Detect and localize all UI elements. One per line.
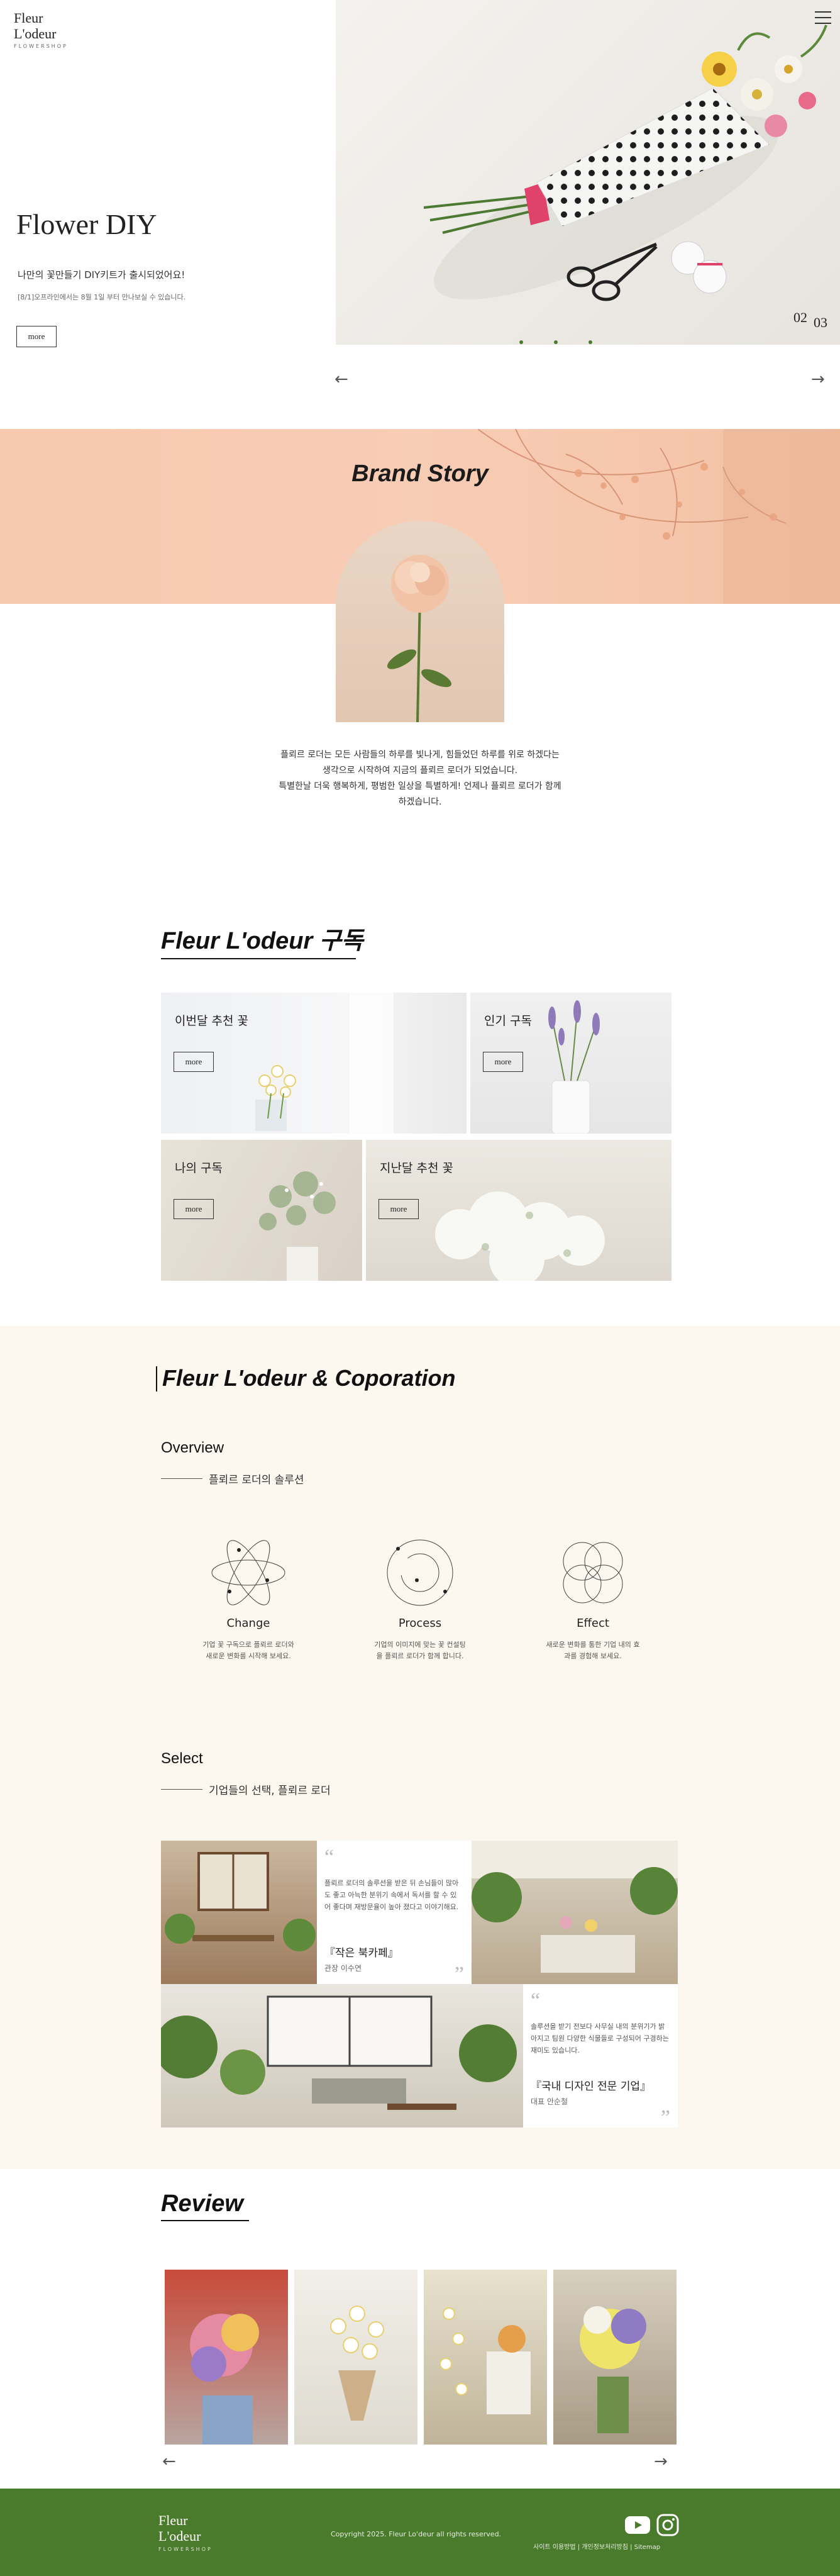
footer-logo-line3: FLOWERSHOP <box>158 2546 213 2552</box>
quote-close-icon: ” <box>454 1963 464 1986</box>
brand-story-line: 생각으로 시작하여 지금의 플뢰르 로더가 되었습니다. <box>322 766 518 776</box>
subscription-title-text: Fleur L'odeur 구독 <box>161 928 363 954</box>
select-line <box>161 1789 202 1790</box>
footer-links[interactable]: 사이트 이용방법 | 개인정보처리방침 | Sitemap <box>533 2541 660 2551</box>
brand-story-line: 플뢰르 로더는 모든 사람들의 하루를 빛나게, 힘들었던 하루를 위로 하겠다… <box>280 750 560 760</box>
quote-card: “ 플뢰르 로더의 솔루션을 받은 뒤 손님들이 많아도 좋고 아늑한 분위기 … <box>317 1841 472 1986</box>
card-title: 나의 구독 <box>175 1161 223 1175</box>
card-title: 인기 구독 <box>484 1014 532 1028</box>
review-photo[interactable] <box>165 2270 288 2445</box>
cycle-icon <box>387 1539 453 1606</box>
quote-author: 대표 안순철 <box>531 2097 568 2106</box>
office-photo <box>161 1984 523 2127</box>
brand-story-line: 특별한날 더욱 행복하게, 평범한 일상을 특별하게! 언제나 플뢰르 로더가 … <box>279 781 561 791</box>
menu-icon[interactable] <box>815 11 831 25</box>
select-heading: Select <box>161 1750 203 1767</box>
logo[interactable]: Fleur L'odeur FLOWERSHOP <box>14 10 68 49</box>
hero-title: Flower DIY <box>16 208 157 240</box>
overview-line <box>161 1478 202 1479</box>
quote-open-icon: “ <box>324 1846 334 1869</box>
quote-close-icon: ” <box>660 2106 670 2129</box>
cafe-photo <box>161 1841 317 1984</box>
logo-line3: FLOWERSHOP <box>14 43 68 49</box>
quote-author: 관장 이수연 <box>324 1964 362 1973</box>
quote-company: 『국내 디자인 전문 기업』 <box>531 2080 651 2093</box>
shop-photo <box>472 1841 678 1984</box>
review-photo[interactable] <box>424 2270 547 2445</box>
overview-heading: Overview <box>161 1439 224 1456</box>
review-prev-arrow[interactable]: ← <box>162 2453 176 2470</box>
youtube-icon[interactable] <box>625 2516 650 2534</box>
quote-open-icon: “ <box>531 1989 541 2012</box>
atom-icon <box>211 1540 285 1605</box>
overview-item-name: Change <box>226 1617 270 1630</box>
card-my-subscription[interactable]: 나의 구독 more <box>161 1140 362 1281</box>
quote-text: 솔루션을 받기 전보다 사무실 내의 분위기가 밝아지고 팀원 다양한 식물들로… <box>531 2022 669 2055</box>
card-more-button[interactable]: more <box>483 1052 523 1072</box>
quote-company: 『작은 북카페』 <box>324 1947 399 1960</box>
slide-total: 03 <box>814 315 827 330</box>
select-subtitle: 기업들의 선택, 플뢰르 로더 <box>209 1785 331 1797</box>
card-more-button[interactable]: more <box>174 1052 214 1072</box>
hero-prev-arrow[interactable]: ← <box>334 371 348 388</box>
hero-more-button[interactable]: more <box>16 326 57 347</box>
overview-item-name: Effect <box>577 1617 609 1630</box>
footer-logo[interactable]: Fleur L'odeur FLOWERSHOP <box>158 2512 213 2552</box>
footer-copyright: Copyright 2025. Fleur Lo'deur all rights… <box>331 2530 502 2538</box>
card-last-month[interactable]: 지난달 추천 꽃 more <box>366 1140 671 1281</box>
hero-image <box>336 0 840 345</box>
review-photo[interactable] <box>553 2270 677 2445</box>
slide-current: 02 <box>793 309 807 325</box>
hero-note: [8/1]오프라인에서는 8월 1일 부터 만나보실 수 있습니다. <box>18 293 186 301</box>
footer-logo-line2: L'odeur <box>158 2528 201 2545</box>
slide-indicator: 02 03 <box>793 309 827 330</box>
review-title-text: Review <box>161 2190 243 2217</box>
slide-dots[interactable] <box>336 340 840 345</box>
hero-subtitle: 나만의 꽃만들기 DIY키트가 출시되었어요! <box>18 269 185 281</box>
brand-story-image <box>336 521 504 722</box>
overview-item-name: Process <box>398 1617 442 1630</box>
card-more-button[interactable]: more <box>174 1199 214 1219</box>
review-next-arrow[interactable]: → <box>654 2453 668 2470</box>
card-popular[interactable]: 인기 구독 more <box>470 993 671 1134</box>
review-title-underline <box>161 2220 249 2221</box>
overview-item-desc: 새로운 변화를 통한 기업 내의 효과를 경험해 보세요. <box>546 1641 640 1660</box>
footer-logo-line1: Fleur <box>158 2512 188 2528</box>
coporation-title-bar <box>156 1366 157 1391</box>
quote-card: “ 솔루션을 받기 전보다 사무실 내의 분위기가 밝아지고 팀원 다양한 식물… <box>523 1984 678 2129</box>
subscription-title: Fleur L'odeur 구독 <box>161 921 363 959</box>
logo-line1: Fleur <box>14 10 43 26</box>
brand-story-line: 하겠습니다. <box>398 797 442 807</box>
overview-item-desc: 기업의 이미지에 맞는 꽃 컨설팅을 플뢰르 로더가 함께 합니다. <box>374 1641 466 1660</box>
coporation-title: Fleur L'odeur & Coporation <box>162 1365 456 1391</box>
brand-story-title: Brand Story <box>351 460 489 487</box>
quote-text: 플뢰르 로더의 솔루션을 받은 뒤 손님들이 많아도 좋고 아늑한 분위기 속에… <box>324 1879 459 1911</box>
card-more-button[interactable]: more <box>379 1199 419 1219</box>
hero-next-arrow[interactable]: → <box>811 371 825 388</box>
subscription-title-underline <box>161 958 356 959</box>
card-title: 지난달 추천 꽃 <box>380 1161 453 1175</box>
hero-section: Fleur L'odeur FLOWERSHOP Flower DIY 나만의 … <box>0 0 840 403</box>
review-title: Review <box>161 2190 249 2221</box>
overview-item-desc: 기업 꽃 구독으로 플뢰르 로더와 새로운 변화를 시작해 보세요. <box>202 1641 294 1660</box>
instagram-icon[interactable] <box>656 2514 679 2536</box>
brand-story-text: 플뢰르 로더는 모든 사람들의 하루를 빛나게, 힘들었던 하루를 위로 하겠다… <box>231 747 609 810</box>
circles-icon <box>563 1542 623 1603</box>
overview-subtitle: 플뢰르 로더의 솔루션 <box>209 1474 304 1486</box>
card-title: 이번달 추천 꽃 <box>175 1014 248 1028</box>
card-this-month[interactable]: 이번달 추천 꽃 more <box>161 993 467 1134</box>
logo-line2: L'odeur <box>14 26 57 42</box>
review-photo[interactable] <box>294 2270 417 2445</box>
